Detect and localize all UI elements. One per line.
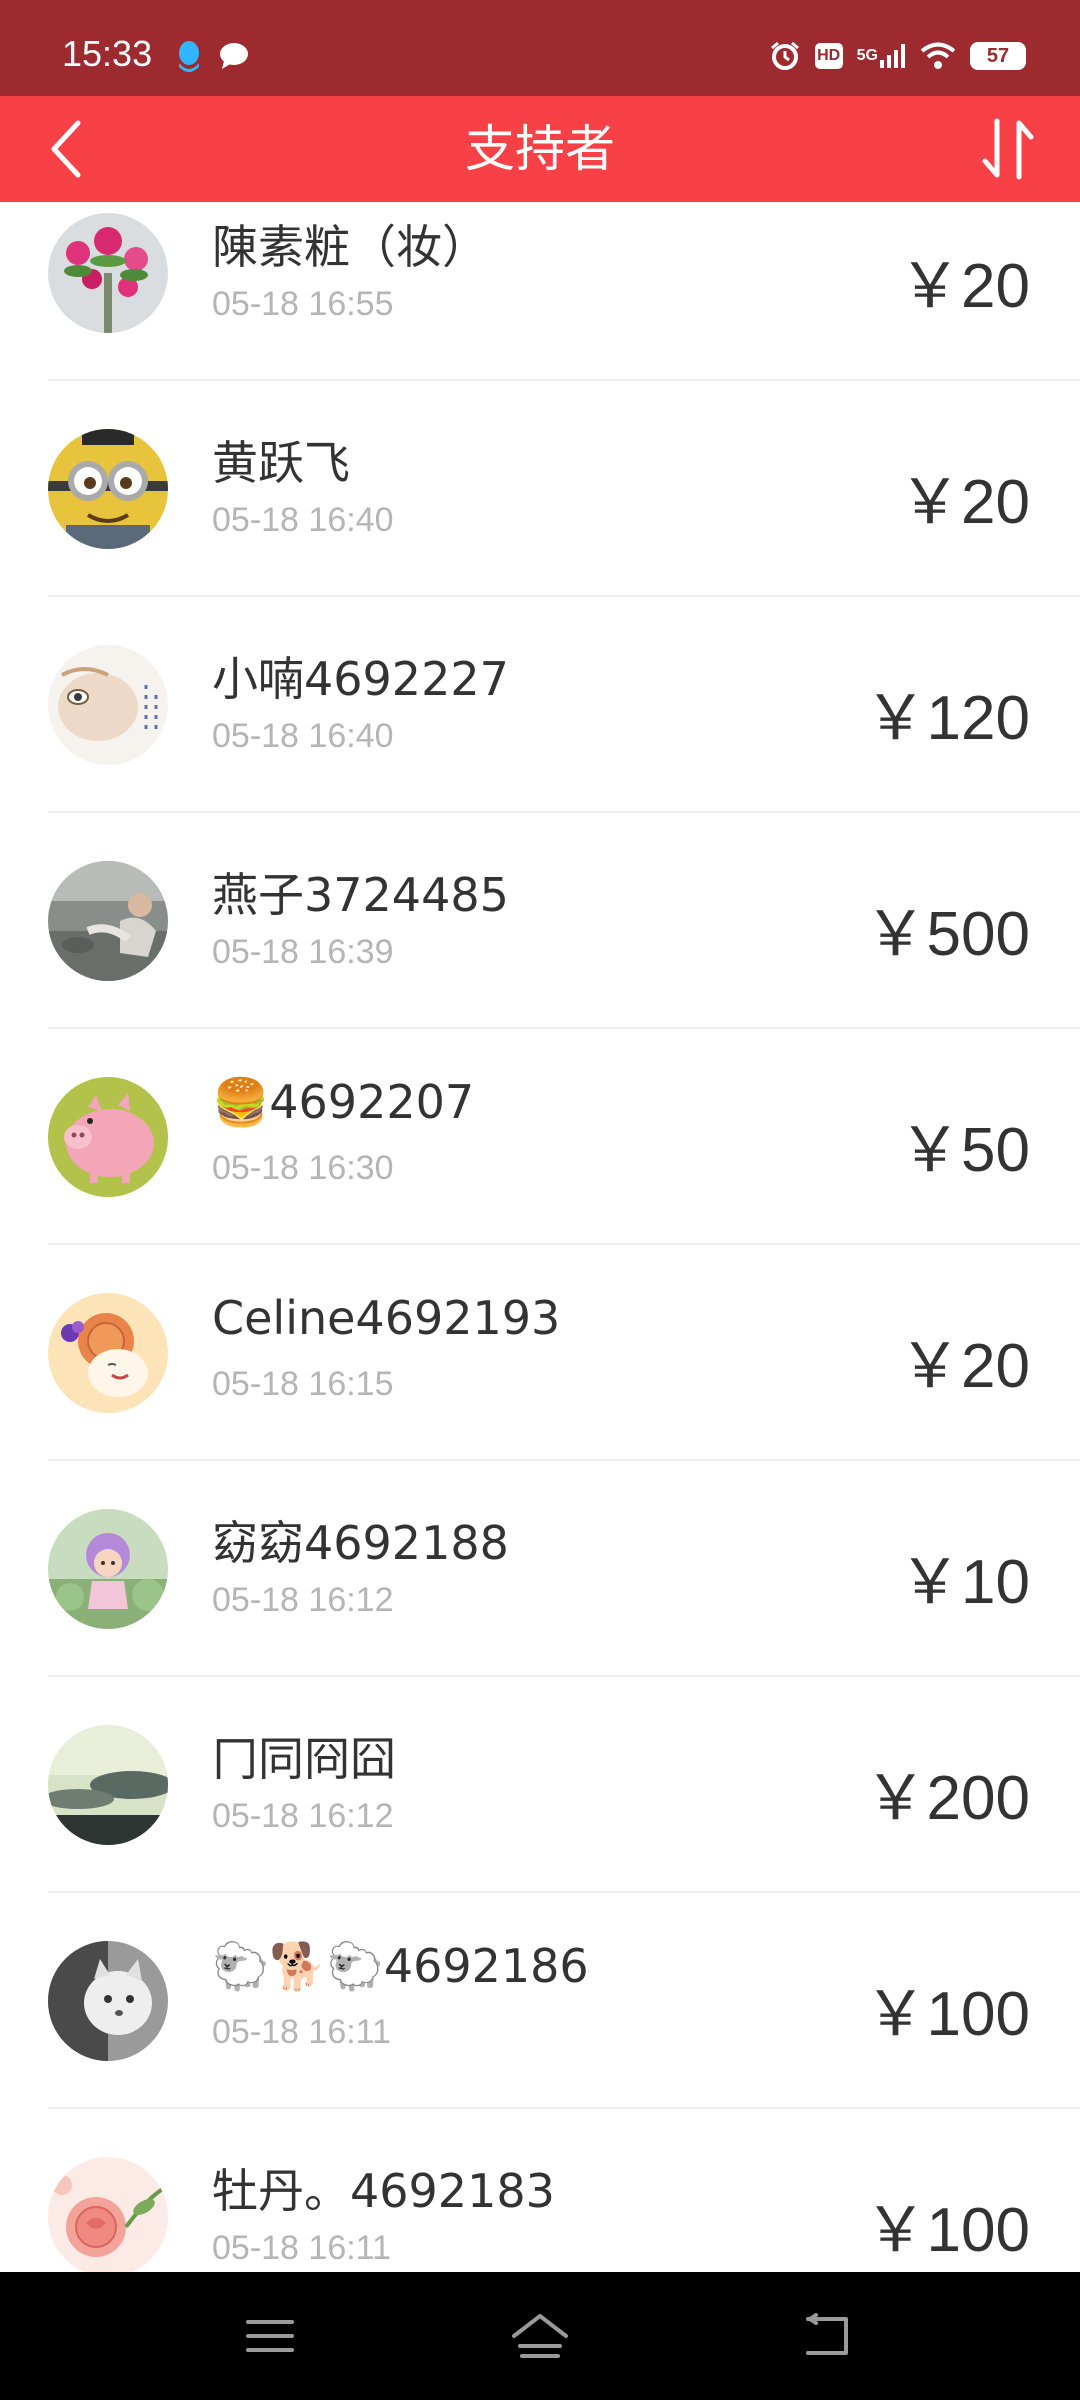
support-time: 05-18 16:12 bbox=[212, 1797, 394, 1835]
support-amount: ￥200 bbox=[864, 1764, 1030, 1833]
support-time: 05-18 16:15 bbox=[212, 1365, 394, 1403]
home-icon bbox=[512, 2314, 568, 2358]
support-time: 05-18 16:55 bbox=[212, 285, 394, 323]
support-amount: ￥50 bbox=[899, 1116, 1030, 1185]
status-left-icons bbox=[176, 36, 250, 76]
supporter-row[interactable]: 陳素粧（妆） 05-18 16:55 ￥20 bbox=[0, 202, 1080, 381]
wifi-icon bbox=[920, 42, 956, 70]
avatar bbox=[48, 2157, 168, 2272]
avatar bbox=[48, 645, 168, 765]
avatar-image bbox=[48, 1725, 168, 1845]
qq-icon bbox=[176, 39, 202, 73]
status-right-icons: HD 5G 57 bbox=[769, 34, 1026, 78]
supporter-row[interactable]: 黄跃飞 05-18 16:40 ￥20 bbox=[0, 381, 1080, 597]
avatar bbox=[48, 429, 168, 549]
supporter-name: 小喃4692227 bbox=[212, 652, 509, 706]
avatar bbox=[48, 1077, 168, 1197]
alarm-icon bbox=[769, 40, 801, 72]
avatar-image bbox=[48, 1077, 168, 1197]
support-time: 05-18 16:30 bbox=[212, 1149, 394, 1187]
app-header: 支持者 bbox=[0, 96, 1080, 202]
avatar-image bbox=[48, 1293, 168, 1413]
signal-5g-icon: 5G bbox=[857, 44, 906, 68]
supporter-row[interactable]: 牡丹。4692183 05-18 16:11 ￥100 bbox=[0, 2109, 1080, 2272]
navigation-bar bbox=[0, 2272, 1080, 2400]
menu-icon bbox=[246, 2320, 294, 2352]
avatar bbox=[48, 1293, 168, 1413]
status-bar: 15:33 HD 5G 57 bbox=[0, 0, 1080, 96]
support-time: 05-18 16:40 bbox=[212, 717, 394, 755]
support-time: 05-18 16:39 bbox=[212, 933, 394, 971]
supporter-name: 黄跃飞 bbox=[212, 436, 350, 490]
supporter-list[interactable]: 陳素粧（妆） 05-18 16:55 ￥20 黄跃飞 05-18 16:40 ￥20 小喃4… bbox=[0, 202, 1080, 2272]
support-amount: ￥20 bbox=[899, 252, 1030, 321]
back-button[interactable] bbox=[36, 112, 96, 186]
support-amount: ￥120 bbox=[864, 684, 1030, 753]
avatar bbox=[48, 1509, 168, 1629]
support-time: 05-18 16:11 bbox=[212, 2013, 391, 2051]
supporter-name: 燕子3724485 bbox=[212, 868, 509, 922]
support-time: 05-18 16:11 bbox=[212, 2229, 391, 2267]
support-amount: ￥100 bbox=[864, 1980, 1030, 2049]
support-time: 05-18 16:40 bbox=[212, 501, 394, 539]
avatar bbox=[48, 1941, 168, 2061]
supporter-row[interactable]: 🐑🐕🐑4692186 05-18 16:11 ￥100 bbox=[0, 1893, 1080, 2109]
avatar-image bbox=[48, 2157, 168, 2272]
support-time: 05-18 16:12 bbox=[212, 1581, 394, 1619]
avatar-image bbox=[48, 429, 168, 549]
sort-button[interactable] bbox=[972, 112, 1044, 186]
network-label: 5G bbox=[856, 47, 878, 64]
support-amount: ￥10 bbox=[899, 1548, 1030, 1617]
battery-level: 57 bbox=[986, 44, 1010, 67]
supporter-row[interactable]: 窈窈4692188 05-18 16:12 ￥10 bbox=[0, 1461, 1080, 1677]
avatar-image bbox=[48, 213, 168, 333]
status-time: 15:33 bbox=[62, 33, 153, 74]
back-nav-button[interactable] bbox=[786, 2300, 866, 2372]
supporter-name: Celine4692193 bbox=[212, 1291, 561, 1345]
supporter-name: 窈窈4692188 bbox=[212, 1516, 509, 1570]
support-amount: ￥100 bbox=[864, 2196, 1030, 2265]
supporter-name: 🐑🐕🐑4692186 bbox=[212, 1939, 589, 1993]
supporter-row[interactable]: Celine4692193 05-18 16:15 ￥20 bbox=[0, 1245, 1080, 1461]
avatar-image bbox=[48, 1941, 168, 2061]
avatar-image bbox=[48, 861, 168, 981]
supporter-name: 陳素粧（妆） bbox=[212, 220, 488, 274]
hd-icon: HD bbox=[814, 43, 843, 69]
chevron-left-icon bbox=[51, 120, 81, 178]
supporter-name: 🍔4692207 bbox=[212, 1075, 475, 1129]
avatar-image bbox=[48, 1509, 168, 1629]
menu-button[interactable] bbox=[230, 2300, 310, 2372]
supporter-row[interactable]: 冂同冏囧 05-18 16:12 ￥200 bbox=[0, 1677, 1080, 1893]
supporter-row[interactable]: 燕子3724485 05-18 16:39 ￥500 bbox=[0, 813, 1080, 1029]
support-amount: ￥20 bbox=[899, 1332, 1030, 1401]
supporter-name: 冂同冏囧 bbox=[212, 1732, 396, 1786]
supporter-row[interactable]: 🍔4692207 05-18 16:30 ￥50 bbox=[0, 1029, 1080, 1245]
sort-icon bbox=[982, 118, 1034, 180]
chat-bubble-icon bbox=[218, 41, 250, 71]
avatar bbox=[48, 1725, 168, 1845]
home-button[interactable] bbox=[500, 2300, 580, 2372]
page-title: 支持者 bbox=[465, 120, 615, 178]
avatar bbox=[48, 213, 168, 333]
avatar-image bbox=[48, 645, 168, 765]
supporter-name: 牡丹。4692183 bbox=[212, 2164, 555, 2218]
supporter-row[interactable]: 小喃4692227 05-18 16:40 ￥120 bbox=[0, 597, 1080, 813]
support-amount: ￥20 bbox=[899, 468, 1030, 537]
support-amount: ￥500 bbox=[864, 900, 1030, 969]
battery-icon: 57 bbox=[970, 42, 1026, 70]
avatar bbox=[48, 861, 168, 981]
back-icon bbox=[806, 2313, 848, 2355]
